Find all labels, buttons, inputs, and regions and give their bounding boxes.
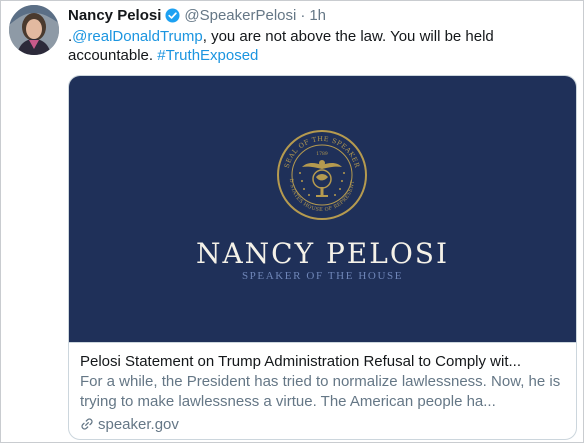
avatar-image	[9, 5, 59, 55]
verified-badge-icon	[165, 7, 180, 23]
card-divider	[69, 342, 576, 343]
tweet-timestamp[interactable]: 1h	[309, 7, 326, 24]
card-image: SEAL OF THE SPEAKER UNITED STATES HOUSE …	[69, 76, 576, 342]
link-preview-card[interactable]: SEAL OF THE SPEAKER UNITED STATES HOUSE …	[68, 75, 577, 440]
card-banner-subtitle: SPEAKER OF THE HOUSE	[241, 270, 404, 282]
header-separator: ·	[300, 6, 306, 24]
mention-link[interactable]: @realDonaldTrump	[72, 28, 203, 45]
card-domain[interactable]: speaker.gov	[98, 416, 179, 433]
tweet-header: Nancy Pelosi @SpeakerPelosi · 1h	[68, 4, 326, 26]
card-domain-row[interactable]: speaker.gov	[80, 414, 179, 434]
hashtag-link[interactable]: #TruthExposed	[157, 47, 258, 64]
tweet-text: .@realDonaldTrump, you are not above the…	[68, 27, 568, 65]
speaker-seal-logo: SEAL OF THE SPEAKER UNITED STATES HOUSE …	[276, 129, 367, 220]
card-title[interactable]: Pelosi Statement on Trump Administration…	[80, 352, 568, 371]
author-name[interactable]: Nancy Pelosi	[68, 7, 161, 24]
seal-year: 1789	[316, 151, 328, 157]
card-banner-name: NANCY PELOSI	[195, 237, 450, 270]
author-avatar[interactable]	[9, 5, 59, 55]
author-handle[interactable]: @SpeakerPelosi	[184, 7, 296, 24]
link-icon	[81, 418, 93, 430]
card-description: For a while, the President has tried to …	[80, 373, 561, 410]
